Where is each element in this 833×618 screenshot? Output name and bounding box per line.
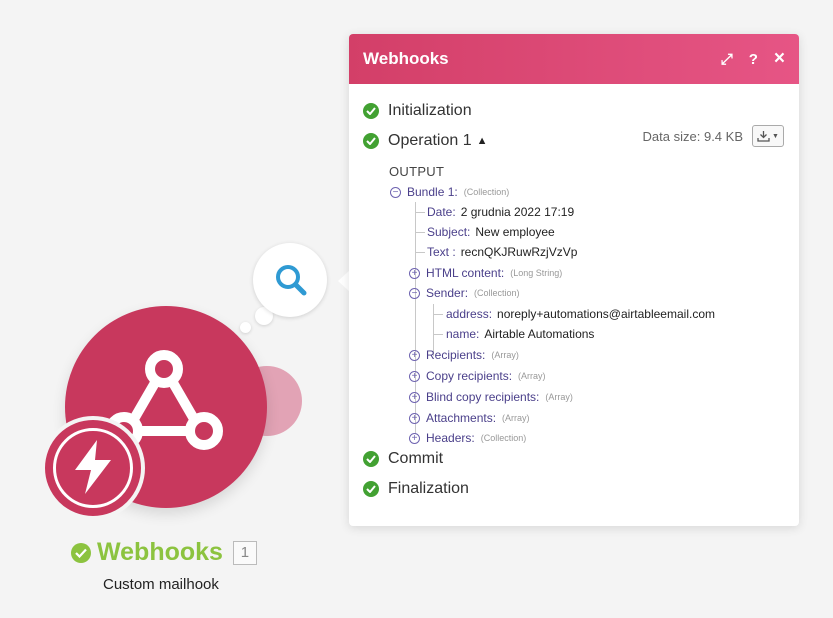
tree-row-date: Date: 2 grudnia 2022 17:19	[427, 205, 575, 219]
chevron-down-icon: ▼	[772, 132, 779, 140]
step-commit: Commit	[363, 444, 785, 474]
tree-row-copy-recipients[interactable]: + Copy recipients: (Array)	[409, 366, 546, 386]
check-icon	[363, 481, 379, 497]
expand-node-icon[interactable]: +	[409, 370, 420, 382]
data-size: Data size: 9.4 KB	[642, 129, 743, 144]
module-title-row: Webhooks 1	[71, 538, 257, 567]
step-label: Operation 1	[388, 132, 472, 149]
expand-node-icon[interactable]: +	[409, 391, 420, 403]
expand-node-icon[interactable]: +	[409, 432, 420, 444]
close-icon[interactable]: ×	[774, 48, 785, 70]
tree-row-blind-copy-recipients[interactable]: + Blind copy recipients: (Array)	[409, 387, 573, 407]
panel-body: Initialization Operation 1 ▲ Data size: …	[349, 84, 799, 504]
expand-node-icon[interactable]: +	[409, 412, 420, 424]
step-label: Finalization	[388, 480, 469, 497]
lightning-icon	[75, 440, 111, 494]
check-icon	[363, 451, 379, 467]
tree-row-html-content[interactable]: + HTML content: (Long String)	[409, 263, 562, 283]
output-tree: − Bundle 1: (Collection) Date: 2 grudnia…	[363, 182, 785, 445]
instant-trigger-badge	[41, 416, 145, 520]
step-label: Initialization	[388, 102, 472, 119]
module-subtitle: Custom mailhook	[103, 576, 219, 593]
check-icon	[363, 103, 379, 119]
caret-up-icon[interactable]: ▲	[477, 135, 488, 147]
tree-row-sender[interactable]: − Sender: (Collection)	[409, 283, 520, 303]
search-icon	[276, 265, 307, 296]
check-icon	[363, 133, 379, 149]
execution-inspector-panel: Webhooks ⤢ ? × Initialization Operation …	[349, 34, 799, 526]
tree-row-name: name: Airtable Automations	[446, 327, 595, 341]
module-index-badge: 1	[232, 540, 257, 565]
tree-row-text: Text : recnQKJRuwRzjVzVp	[427, 245, 578, 259]
tree-row-headers[interactable]: + Headers: (Collection)	[409, 428, 526, 448]
step-label: Commit	[388, 450, 444, 467]
tree-row-attachments[interactable]: + Attachments: (Array)	[409, 408, 530, 428]
download-output-button[interactable]: ▼	[752, 125, 784, 147]
output-label: OUTPUT	[389, 164, 445, 179]
inspect-output-bubble[interactable]	[253, 243, 327, 317]
tree-row-address: address: noreply+automations@airtableema…	[446, 307, 715, 321]
tree-row-bundle[interactable]: − Bundle 1: (Collection)	[390, 182, 509, 202]
collapse-icon[interactable]: −	[390, 186, 401, 198]
tree-row-recipients[interactable]: + Recipients: (Array)	[409, 345, 519, 365]
step-finalization: Finalization	[363, 474, 785, 504]
help-icon[interactable]: ?	[749, 51, 758, 68]
download-icon	[757, 131, 770, 142]
step-initialization: Initialization	[363, 96, 785, 126]
collapse-icon[interactable]: −	[409, 287, 420, 299]
expand-icon[interactable]: ⤢	[721, 51, 733, 68]
panel-title: Webhooks	[363, 49, 449, 68]
expand-node-icon[interactable]: +	[409, 349, 420, 361]
expand-node-icon[interactable]: +	[409, 267, 420, 279]
thought-dot-small	[240, 322, 251, 333]
success-check-icon	[71, 542, 91, 563]
tree-row-subject: Subject: New employee	[427, 225, 555, 239]
panel-header: Webhooks ⤢ ? ×	[349, 34, 799, 84]
module-name: Webhooks	[97, 538, 223, 566]
